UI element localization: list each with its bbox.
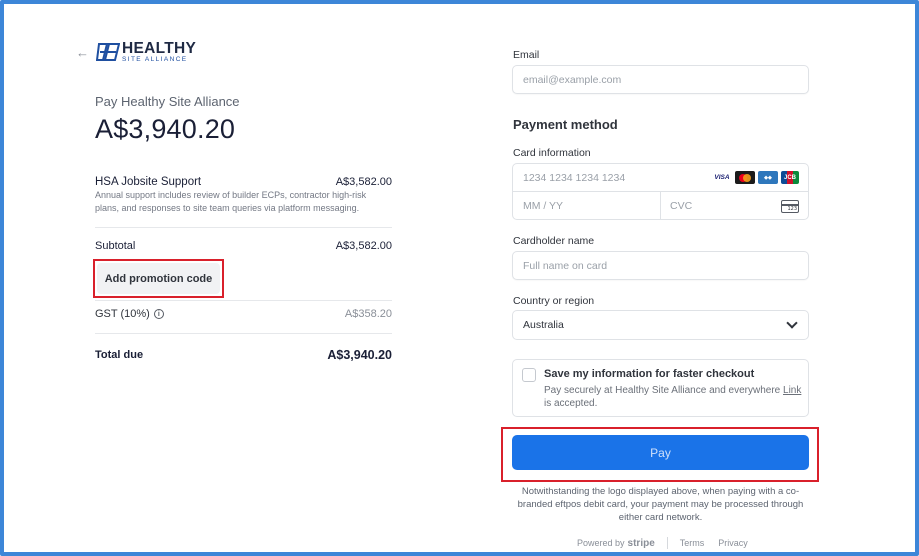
visa-icon: VISA: [714, 174, 730, 181]
gst-row-label: GST (10%) i: [95, 308, 164, 320]
divider: [95, 333, 392, 334]
payment-form-panel: Email email@example.com Payment method C…: [451, 4, 915, 552]
cvc-card-icon: 123: [781, 200, 799, 213]
chevron-down-icon: [786, 317, 798, 329]
stripe-logo[interactable]: stripe: [628, 538, 655, 549]
line-item-name: HSA Jobsite Support: [95, 176, 202, 188]
powered-by-text: Powered by: [577, 538, 625, 548]
save-info-checkbox[interactable]: [522, 368, 536, 382]
subtotal-value: A$3,582.00: [335, 240, 392, 252]
card-expiry-field[interactable]: MM / YY: [513, 192, 661, 220]
merchant-brand: ← HEALTHY SITE ALLIANCE: [76, 40, 196, 64]
pay-button[interactable]: Pay: [512, 435, 809, 470]
amex-icon: ◆◆: [758, 171, 778, 184]
save-info-description: Pay securely at Healthy Site Alliance an…: [544, 384, 806, 410]
eftpos-notice: Notwithstanding the logo displayed above…: [517, 486, 804, 523]
email-field[interactable]: email@example.com: [512, 65, 809, 94]
logo-wordmark: HEALTHY SITE ALLIANCE: [122, 39, 197, 64]
logo-main-text: HEALTHY: [122, 39, 197, 57]
card-information-label: Card information: [513, 147, 591, 159]
logo-sub-text: SITE ALLIANCE: [122, 56, 188, 63]
privacy-link[interactable]: Privacy: [718, 538, 748, 548]
checkout-window: ← HEALTHY SITE ALLIANCE Pay Healthy Site…: [0, 0, 919, 556]
save-desc-suffix: is accepted.: [544, 398, 598, 409]
order-summary-panel: ← HEALTHY SITE ALLIANCE Pay Healthy Site…: [4, 4, 451, 552]
total-due-value: A$3,940.20: [327, 348, 392, 362]
card-information-group: 1234 1234 1234 1234 VISA ◆◆ JCB MM / YY …: [512, 163, 809, 220]
cvc-placeholder: CVC: [670, 200, 693, 212]
footer: Powered by stripe Terms Privacy: [577, 537, 762, 549]
jcb-icon: JCB: [781, 171, 799, 184]
card-number-placeholder: 1234 1234 1234 1234: [523, 171, 626, 184]
healthy-site-alliance-logo-icon: [96, 43, 120, 61]
mastercard-icon: [735, 171, 755, 184]
total-due-label: Total due: [95, 349, 144, 361]
email-label: Email: [513, 49, 540, 61]
arrow-left-icon[interactable]: ←: [76, 45, 96, 60]
card-cvc-field[interactable]: CVC 123: [661, 192, 808, 220]
cardholder-name-field[interactable]: Full name on card: [512, 251, 809, 280]
card-brand-icons: VISA ◆◆ JCB: [712, 171, 799, 184]
gst-label: GST (10%): [95, 308, 150, 320]
country-value: Australia: [523, 319, 564, 331]
link-link[interactable]: Link: [783, 385, 801, 396]
save-desc-prefix: Pay securely at Healthy Site Alliance an…: [544, 385, 784, 396]
terms-link[interactable]: Terms: [680, 538, 705, 548]
country-select[interactable]: Australia: [512, 310, 809, 340]
save-info-title: Save my information for faster checkout: [544, 368, 755, 380]
subtotal-label: Subtotal: [95, 240, 136, 252]
country-label: Country or region: [513, 295, 595, 307]
cvc-icon-text: 123: [787, 206, 797, 212]
add-promotion-code-button[interactable]: Add promotion code: [97, 263, 220, 294]
cardholder-name-label: Cardholder name: [513, 235, 595, 247]
total-amount: A$3,940.20: [95, 114, 236, 144]
info-icon[interactable]: i: [153, 309, 164, 319]
line-item-description: Annual support includes review of builde…: [95, 190, 367, 213]
footer-separator: [666, 537, 668, 549]
gst-value: A$358.20: [344, 308, 392, 320]
line-item-price: A$3,582.00: [335, 176, 392, 188]
divider: [95, 227, 392, 228]
payment-method-title: Payment method: [513, 117, 618, 132]
divider: [95, 300, 392, 301]
pay-to-text: Pay Healthy Site Alliance: [95, 94, 240, 109]
save-info-box: Save my information for faster checkout …: [512, 359, 809, 417]
